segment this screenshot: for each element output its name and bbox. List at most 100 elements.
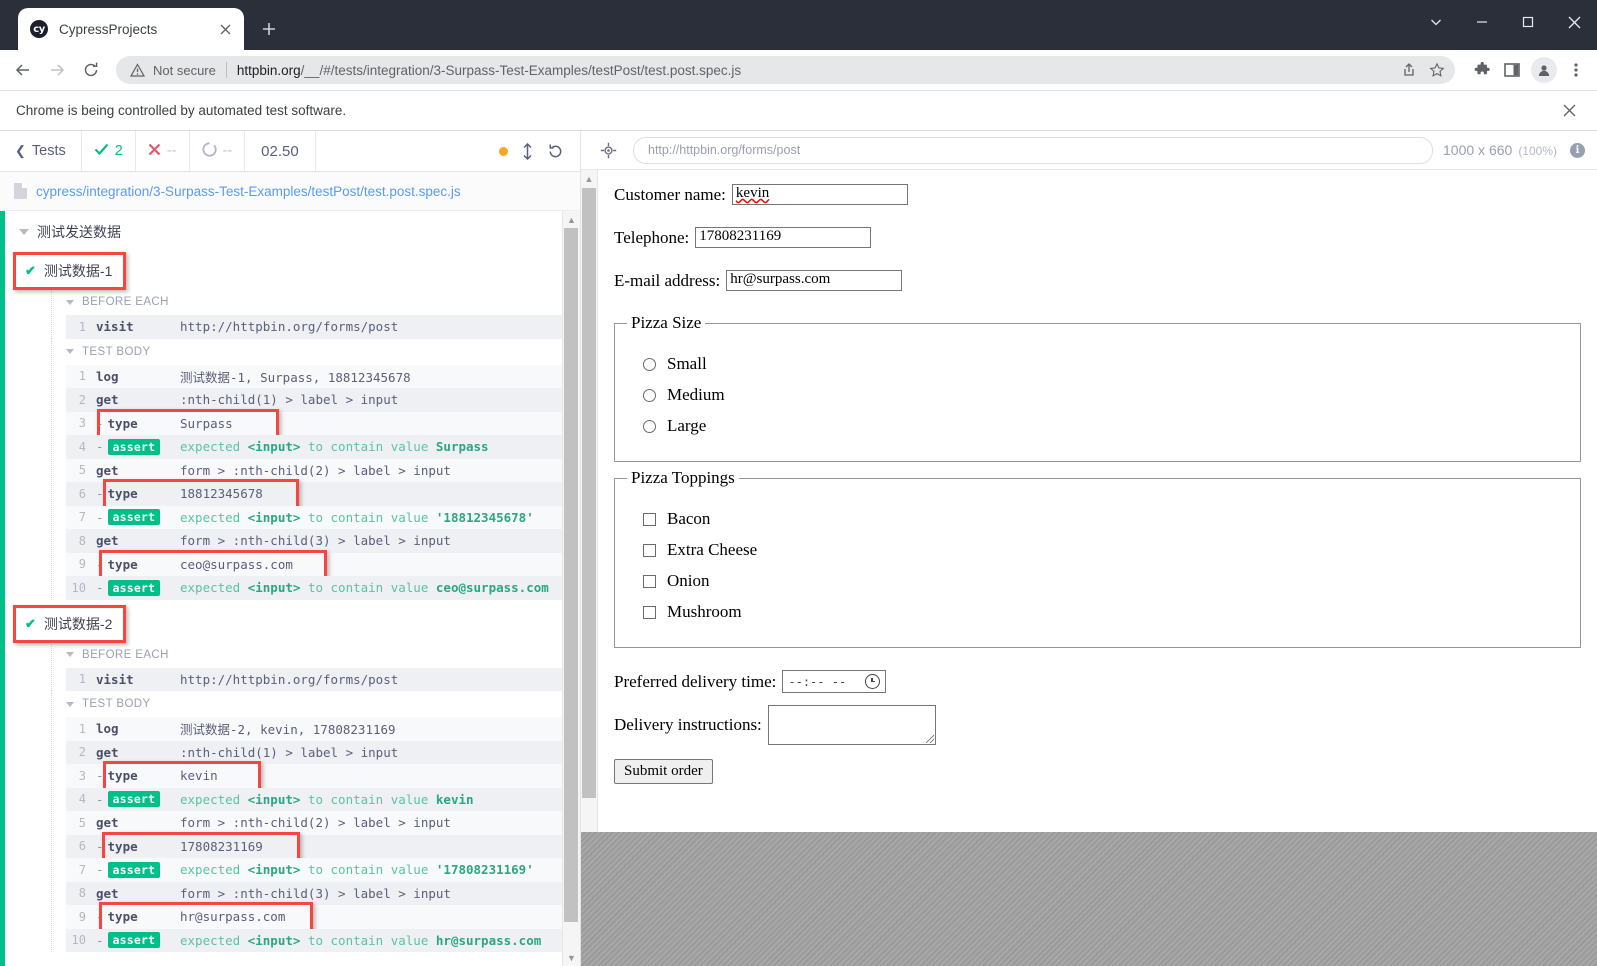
checkbox-mushroom[interactable]: Mushroom xyxy=(643,602,1568,622)
command-row[interactable]: 9 - type hr@surpass.com xyxy=(66,902,580,932)
checkbox-icon[interactable] xyxy=(643,512,656,526)
hook-block: TEST BODY 1 log 测试数据-2, kevin, 178082311… xyxy=(51,691,580,952)
radio-large[interactable]: Large xyxy=(643,416,1568,436)
reporter-scrollbar[interactable]: ▲ ▼ xyxy=(562,211,580,966)
submit-order-button[interactable]: Submit order xyxy=(614,759,713,784)
side-panel-icon[interactable] xyxy=(1497,53,1527,87)
share-icon[interactable] xyxy=(1395,56,1423,84)
infobar-close-icon[interactable] xyxy=(1557,99,1581,123)
selector-playground-icon[interactable] xyxy=(593,137,623,163)
command-row[interactable]: 10 - assert expected <input> to contain v… xyxy=(66,928,580,952)
command-row[interactable]: 1 visit http://httpbin.org/forms/post xyxy=(66,667,580,691)
restart-icon[interactable] xyxy=(547,143,564,160)
vertical-resize-icon[interactable] xyxy=(522,142,533,160)
scroll-up-arrow-icon[interactable]: ▲ xyxy=(563,211,580,228)
checkbox-extra-cheese[interactable]: Extra Cheese xyxy=(643,540,1568,560)
command-row[interactable]: 5 get form > :nth-child(2) > label > inp… xyxy=(66,811,580,835)
command-row[interactable]: 3 - type Surpass xyxy=(66,408,580,438)
checkbox-onion-label: Onion xyxy=(667,571,710,590)
command-row[interactable]: 4 - assert expected <input> to contain va… xyxy=(66,787,580,811)
command-row[interactable]: 8 get form > :nth-child(3) > label > inp… xyxy=(66,529,580,553)
command-row[interactable]: 7 - assert expected <input> to contain va… xyxy=(66,505,580,529)
radio-icon[interactable] xyxy=(643,357,656,371)
aut-url-bar[interactable]: http://httpbin.org/forms/post xyxy=(633,136,1434,164)
stat-pending-count: -- xyxy=(222,143,233,159)
checkbox-extra-cheese-label: Extra Cheese xyxy=(667,540,758,559)
hook-title[interactable]: BEFORE EACH xyxy=(52,642,580,668)
telephone-input[interactable]: 17808231169 xyxy=(695,227,872,248)
command-row[interactable]: 3 - type kevin xyxy=(66,761,580,791)
check-icon: ✔ xyxy=(25,615,36,631)
hook-title[interactable]: TEST BODY xyxy=(52,691,580,717)
checkbox-icon[interactable] xyxy=(643,605,656,619)
command-row[interactable]: 4 - assert expected <input> to contain va… xyxy=(66,435,580,459)
scroll-down-arrow-icon[interactable]: ▼ xyxy=(563,949,580,966)
command-row[interactable]: 2 get :nth-child(1) > label > input xyxy=(66,388,580,412)
hook-title[interactable]: BEFORE EACH xyxy=(52,289,580,315)
command-row[interactable]: 2 get :nth-child(1) > label > input xyxy=(66,740,580,764)
avatar[interactable] xyxy=(1531,57,1557,83)
scroll-up-arrow-icon[interactable]: ▲ xyxy=(581,170,598,187)
back-to-tests-button[interactable]: ❮ Tests xyxy=(0,131,82,171)
command-number: 10 xyxy=(71,580,86,595)
maximize-icon[interactable] xyxy=(1505,0,1551,44)
hook-title[interactable]: TEST BODY xyxy=(52,339,580,365)
command-row[interactable]: 6 - type 18812345678 xyxy=(66,479,580,509)
info-icon[interactable]: i xyxy=(1570,142,1585,158)
scrollbar-track[interactable] xyxy=(563,228,580,949)
clock-icon[interactable] xyxy=(865,674,881,689)
test-title-label: 测试数据-1 xyxy=(43,263,113,279)
iframe-scrollbar[interactable]: ▲ xyxy=(581,170,598,832)
command-row[interactable]: 10 - assert expected <input> to contain v… xyxy=(66,576,580,600)
radio-icon[interactable] xyxy=(643,419,656,433)
checkbox-icon[interactable] xyxy=(643,543,656,557)
aut-iframe: ▲ Customer name: kevin Telephone: 178082… xyxy=(581,170,1597,832)
viewport-size-indicator: 1000 x 660 (100%) i xyxy=(1443,142,1585,158)
test-title[interactable]: ✔ 测试数据-2 xyxy=(13,604,127,643)
command-row[interactable]: 1 log 测试数据-1, Surpass, 18812345678 xyxy=(66,364,580,388)
command-row[interactable]: 9 - type ceo@surpass.com xyxy=(66,549,580,579)
test-title[interactable]: ✔ 测试数据-1 xyxy=(13,252,127,290)
command-row[interactable]: 8 get form > :nth-child(3) > label > inp… xyxy=(66,881,580,905)
scrollbar-thumb[interactable] xyxy=(582,188,596,798)
star-icon[interactable] xyxy=(1423,56,1451,84)
command-row[interactable]: 1 visit http://httpbin.org/forms/post xyxy=(66,315,580,339)
new-tab-button[interactable] xyxy=(254,14,284,44)
command-row[interactable]: 1 log 测试数据-2, kevin, 17808231169 xyxy=(66,717,580,741)
checkbox-icon[interactable] xyxy=(643,574,656,588)
suite-title[interactable]: 测试发送数据 xyxy=(5,217,580,247)
command-message: 测试数据-1, Surpass, 18812345678 xyxy=(180,369,411,385)
window-close-icon[interactable] xyxy=(1551,0,1597,44)
back-arrow-icon[interactable] xyxy=(6,53,40,87)
check-icon xyxy=(94,142,109,161)
email-input[interactable]: hr@surpass.com xyxy=(726,270,903,291)
delivery-time-input[interactable]: --:-- -- xyxy=(782,670,887,693)
delivery-time-value: --:-- -- xyxy=(788,674,847,689)
customer-name-input[interactable]: kevin xyxy=(731,184,908,205)
checkbox-onion[interactable]: Onion xyxy=(643,571,1568,591)
checkbox-bacon[interactable]: Bacon xyxy=(643,509,1568,529)
command-row[interactable]: 7 - assert expected <input> to contain va… xyxy=(66,858,580,882)
radio-icon[interactable] xyxy=(643,388,656,402)
spec-path-link[interactable]: cypress/integration/3-Surpass-Test-Examp… xyxy=(36,184,461,199)
delivery-instructions-textarea[interactable] xyxy=(767,705,936,745)
reload-icon[interactable] xyxy=(74,53,108,87)
minimize-icon[interactable] xyxy=(1459,0,1505,44)
cypress-runner: ❮ Tests 2 -- -- 02.50 cypress/integratio… xyxy=(0,131,1597,966)
tab-search-chevron-down-icon[interactable] xyxy=(1413,0,1459,44)
scrollbar-thumb[interactable] xyxy=(564,228,578,922)
puzzle-icon[interactable] xyxy=(1467,53,1497,87)
address-bar[interactable]: Not secure httpbin.org/__/#/tests/integr… xyxy=(116,56,1455,84)
forward-arrow-icon[interactable] xyxy=(40,53,74,87)
browser-tab[interactable]: cy CypressProjects xyxy=(18,8,244,50)
tab-close-icon[interactable] xyxy=(214,18,236,40)
command-message: hr@surpass.com xyxy=(180,909,286,925)
command-name: - type xyxy=(96,768,138,784)
command-row[interactable]: 6 - type 17808231169 xyxy=(66,831,580,861)
command-number: 4 xyxy=(78,792,86,807)
radio-medium[interactable]: Medium xyxy=(643,385,1568,405)
radio-small[interactable]: Small xyxy=(643,354,1568,374)
command-row[interactable]: 5 get form > :nth-child(2) > label > inp… xyxy=(66,458,580,482)
command-list: 1 visit http://httpbin.org/forms/post xyxy=(66,667,580,691)
three-dot-menu-icon[interactable] xyxy=(1561,53,1591,87)
